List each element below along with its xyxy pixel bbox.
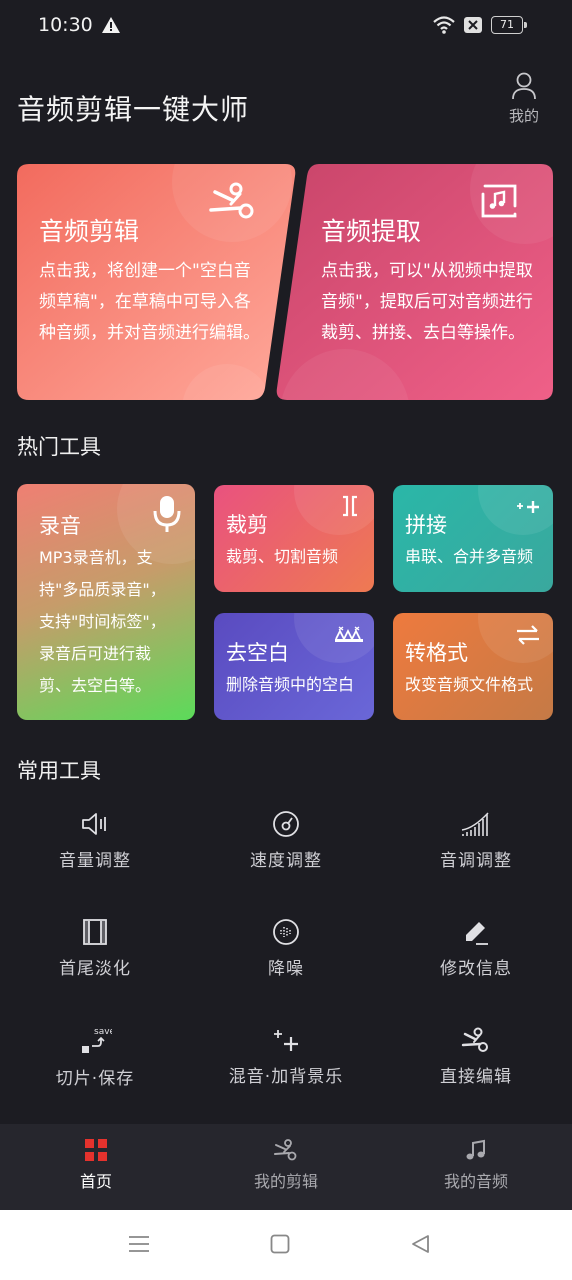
battery-tip — [524, 22, 527, 28]
common-tools-title: 常用工具 — [17, 759, 101, 783]
remove-silence-title: 去空白 — [226, 641, 289, 665]
desc-line: 点击我，可以"从视频中提取 — [321, 261, 533, 281]
microphone-icon — [153, 496, 181, 532]
nav-my-edits[interactable]: 我的剪辑 — [216, 1138, 356, 1192]
convert-arrows-icon — [517, 625, 539, 645]
edit-info-button[interactable]: 修改信息 — [381, 918, 571, 1008]
nav-home[interactable]: 首页 — [26, 1138, 166, 1192]
status-time: 10:30 — [38, 14, 93, 36]
audio-extract-card[interactable]: 音频提取 点击我，可以"从视频中提取 音频"，提取后可对音频进行 裁剪、拼接、去… — [275, 164, 553, 400]
home-square-icon[interactable] — [270, 1234, 290, 1254]
wifi-icon — [433, 16, 455, 34]
hot-tools-title: 热门工具 — [17, 435, 101, 459]
fade-icon — [83, 919, 107, 945]
battery-indicator: 71 — [491, 16, 527, 34]
audio-edit-desc: 点击我，将创建一个"空白音 频草稿"，在草稿中可导入各 种音频，并对音频进行编辑… — [39, 256, 260, 349]
join-title: 拼接 — [405, 513, 447, 537]
bottom-nav: 首页 我的剪辑 我的音频 — [0, 1124, 572, 1210]
cut-title: 裁剪 — [226, 513, 268, 537]
edit-pen-icon — [466, 922, 488, 945]
audio-edit-card[interactable]: 音频剪辑 点击我，将创建一个"空白音 频草稿"，在草稿中可导入各 种音频，并对音… — [17, 164, 297, 400]
convert-format-desc: 改变音频文件格式 — [405, 675, 534, 694]
scissors-icon — [274, 1139, 297, 1161]
pitch-adjust-label: 音调调整 — [440, 851, 512, 871]
user-icon — [512, 72, 536, 100]
nav-home-label: 首页 — [79, 1172, 112, 1191]
audio-extract-desc: 点击我，可以"从视频中提取 音频"，提取后可对音频进行 裁剪、拼接、去白等操作。 — [321, 256, 533, 349]
mix-plus-icon — [274, 1030, 298, 1051]
denoise-label: 降噪 — [268, 959, 304, 979]
desc-line: 频草稿"，在草稿中可导入各 — [39, 292, 251, 312]
extract-audio-icon — [481, 184, 517, 218]
nav-my-audio[interactable]: 我的音频 — [406, 1138, 546, 1192]
desc-line: 裁剪、拼接、去白等操作。 — [321, 323, 525, 343]
fade-button[interactable]: 首尾淡化 — [0, 918, 190, 1008]
cut-tool-card[interactable]: 裁剪 裁剪、切割音频 — [214, 485, 374, 592]
nav-my-edits-label: 我的剪辑 — [253, 1172, 318, 1191]
direct-edit-button[interactable]: 直接编辑 — [381, 1026, 571, 1116]
desc-line: 音频"，提取后可对音频进行 — [321, 292, 533, 312]
speed-adjust-button[interactable]: 速度调整 — [191, 810, 381, 900]
scissors-icon — [209, 182, 254, 219]
decor-blob — [294, 485, 374, 535]
remove-silence-desc: 删除音频中的空白 — [226, 675, 355, 694]
plus-join-icon — [517, 501, 539, 513]
mix-bgm-button[interactable]: 混音·加背景乐 — [191, 1026, 381, 1116]
volume-adjust-label: 音量调整 — [59, 851, 131, 871]
silence-waveform-icon — [335, 626, 363, 642]
pitch-bars-icon — [461, 812, 489, 836]
volume-icon — [82, 813, 106, 835]
audio-extract-title: 音频提取 — [321, 217, 422, 246]
slice-save-icon: save — [82, 1027, 112, 1053]
fade-label: 首尾淡化 — [59, 959, 131, 979]
volume-adjust-button[interactable]: 音量调整 — [0, 810, 190, 900]
cut-desc: 裁剪、切割音频 — [226, 547, 339, 566]
trim-bracket-icon — [343, 495, 357, 517]
save-icon-text: save — [94, 1027, 112, 1037]
me-button[interactable]: 我的 — [502, 72, 546, 128]
remove-silence-tool-card[interactable]: 去空白 删除音频中的空白 — [214, 613, 374, 720]
no-sim-icon — [464, 17, 482, 33]
denoise-button[interactable]: 降噪 — [191, 918, 381, 1008]
convert-format-tool-card[interactable]: 转格式 改变音频文件格式 — [393, 613, 553, 720]
scissors-icon — [461, 1027, 488, 1052]
desc-line: 持"多品质录音"， — [39, 580, 166, 599]
audio-edit-title: 音频剪辑 — [39, 217, 140, 246]
convert-format-title: 转格式 — [405, 641, 468, 665]
edit-info-label: 修改信息 — [440, 959, 512, 979]
battery-level: 71 — [491, 16, 523, 34]
speed-gauge-icon — [273, 811, 299, 837]
speed-adjust-label: 速度调整 — [250, 851, 322, 871]
back-triangle-icon[interactable] — [410, 1234, 430, 1254]
app-title: 音频剪辑一键大师 — [17, 93, 250, 126]
desc-line: 录音后可进行裁 — [39, 644, 152, 663]
join-desc: 串联、合并多音频 — [405, 547, 534, 566]
menu-icon[interactable] — [128, 1234, 150, 1254]
direct-edit-label: 直接编辑 — [440, 1067, 512, 1087]
music-note-icon — [466, 1139, 485, 1160]
desc-line: 点击我，将创建一个"空白音 — [39, 261, 251, 281]
desc-line: 支持"时间标签"， — [39, 612, 166, 631]
system-nav-bar — [0, 1210, 572, 1280]
nav-my-audio-label: 我的音频 — [443, 1172, 508, 1191]
mix-bgm-label: 混音·加背景乐 — [228, 1067, 344, 1087]
pitch-adjust-button[interactable]: 音调调整 — [381, 810, 571, 900]
warning-icon — [102, 17, 120, 33]
slice-save-button[interactable]: save 切片·保存 — [0, 1026, 190, 1116]
me-label: 我的 — [508, 107, 539, 125]
record-tool-card[interactable]: 录音 MP3录音机，支 持"多品质录音"， 支持"时间标签"， 录音后可进行裁 … — [17, 484, 195, 720]
status-bar: 10:30 71 — [0, 0, 572, 52]
desc-line: 剪、去空白等。 — [39, 676, 152, 695]
record-title: 录音 — [39, 514, 81, 538]
denoise-icon — [273, 919, 299, 945]
slice-save-label: 切片·保存 — [55, 1069, 135, 1089]
desc-line: MP3录音机，支 — [39, 548, 153, 567]
record-desc: MP3录音机，支 持"多品质录音"， 支持"时间标签"， 录音后可进行裁 剪、去… — [39, 542, 166, 702]
desc-line: 种音频，并对音频进行编辑。 — [39, 323, 260, 343]
home-grid-icon — [85, 1139, 107, 1161]
join-tool-card[interactable]: 拼接 串联、合并多音频 — [393, 485, 553, 592]
